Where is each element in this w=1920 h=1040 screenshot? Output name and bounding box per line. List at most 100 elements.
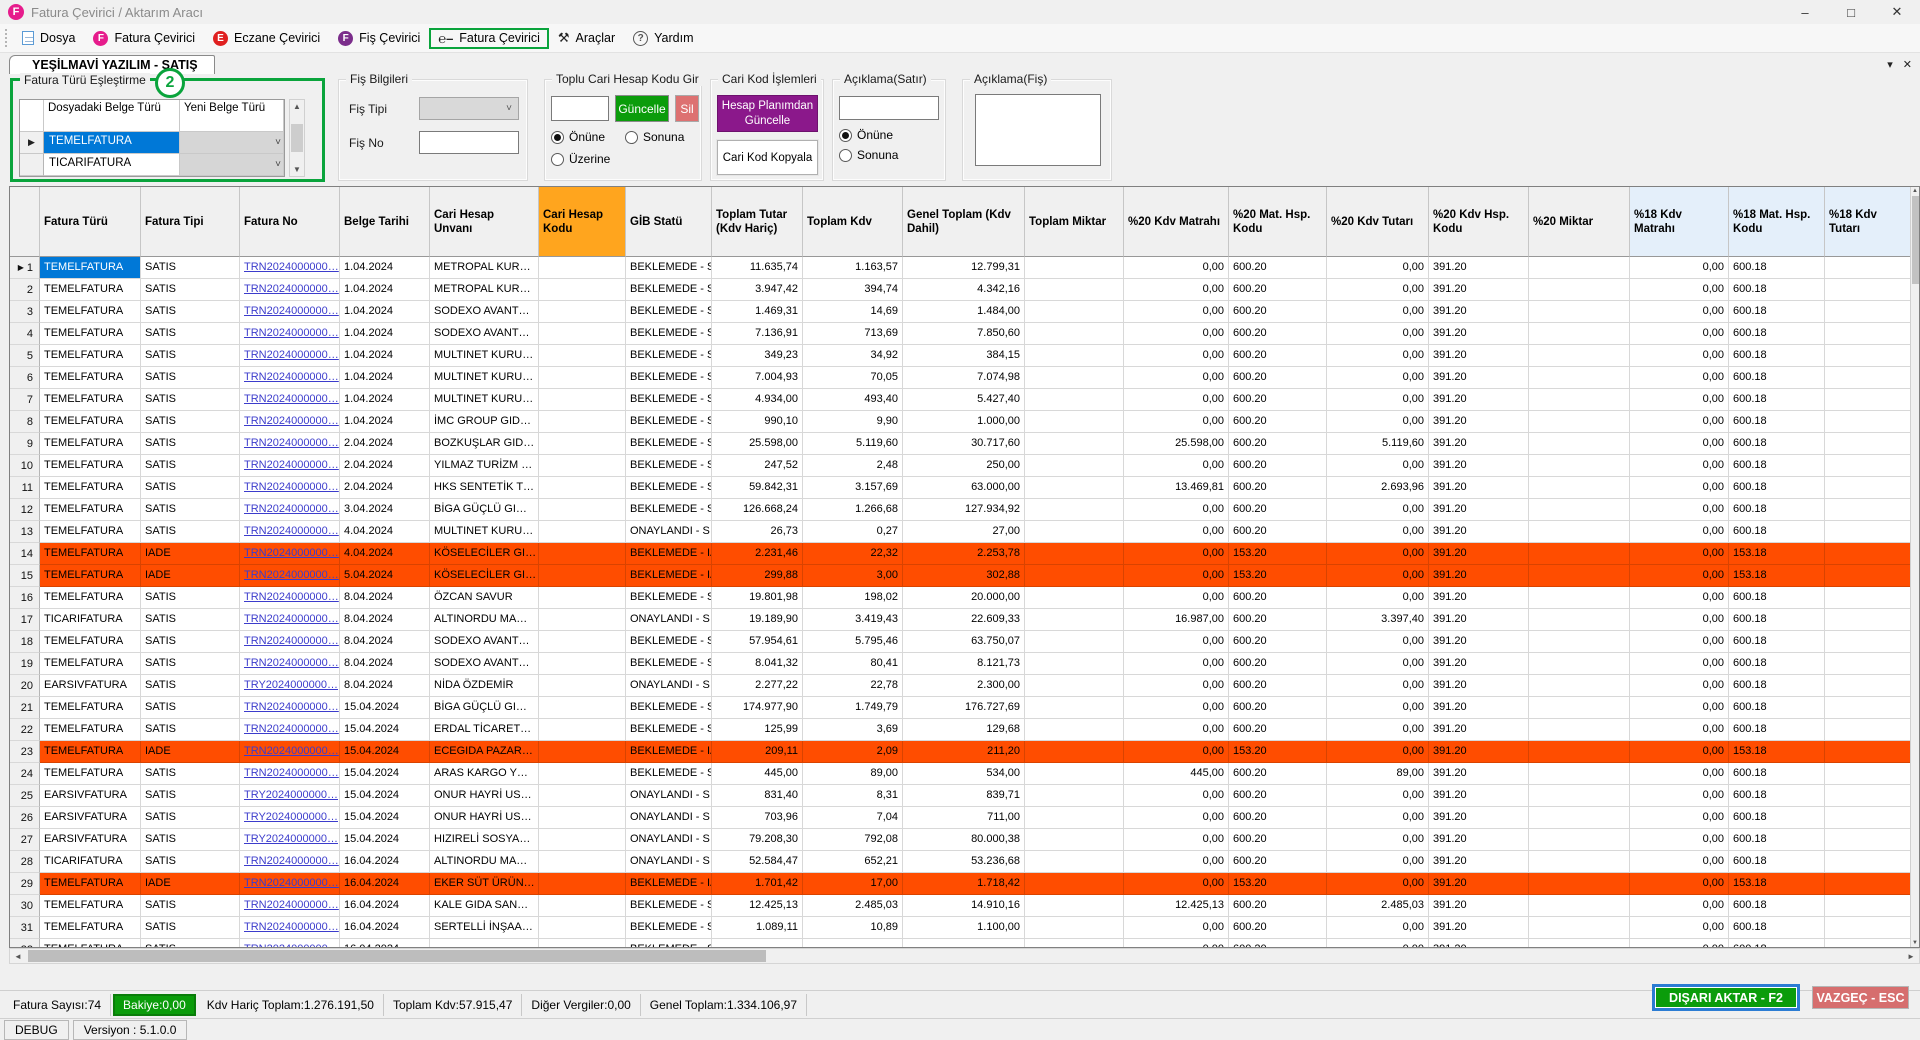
fis-no-input[interactable] (419, 131, 519, 154)
tab-yesilmavi-yazilim-satis[interactable]: YEŞİLMAVİ YAZILIM - SATIŞ (9, 55, 215, 74)
toplu-cari-input[interactable] (551, 96, 609, 121)
col-header-m20[interactable]: %20 Kdv Matrahı (1124, 187, 1229, 257)
col-header-tipi[interactable]: Fatura Tipi (141, 187, 240, 257)
scroll-left-icon[interactable]: ◄ (10, 952, 26, 961)
invoice-no-link[interactable]: TRY2024000000… (244, 811, 338, 823)
invoice-no-link[interactable]: TRN2024000000… (244, 415, 339, 427)
scroll-thumb[interactable] (291, 124, 303, 152)
col-header-m18[interactable]: %18 Kdv Matrahı (1630, 187, 1729, 257)
aciklama-satir-input[interactable] (839, 96, 939, 120)
mapping-doc-type-cell[interactable]: TICARIFATURA (44, 154, 180, 176)
scroll-thumb[interactable] (28, 950, 766, 962)
invoice-no-link[interactable]: TRN2024000000… (244, 305, 339, 317)
invoice-no-link[interactable]: TRY2024000000… (244, 789, 338, 801)
invoice-no-link[interactable]: TRN2024000000… (244, 855, 339, 867)
row-number: 7 (27, 390, 33, 410)
toplu-radio-2[interactable]: Üzerine (551, 152, 625, 166)
guncelle-button[interactable]: Güncelle (615, 95, 669, 122)
sil-button[interactable]: Sil (675, 95, 699, 122)
scroll-thumb[interactable] (1912, 196, 1919, 284)
maximize-button[interactable]: □ (1828, 0, 1874, 24)
invoice-no-link[interactable]: TRN2024000000… (244, 569, 339, 581)
invoice-no-link[interactable]: TRN2024000000… (244, 261, 339, 273)
menu-item-fis-cevirici[interactable]: FFiş Çevirici (329, 28, 429, 49)
col-header-rowselect[interactable] (10, 187, 40, 257)
col-header-miktar[interactable]: Toplam Miktar (1025, 187, 1124, 257)
invoice-no-link[interactable]: TRN2024000000… (244, 525, 339, 537)
col-header-m20k[interactable]: %20 Mat. Hsp. Kodu (1229, 187, 1327, 257)
col-header-gib[interactable]: GİB Statü (626, 187, 712, 257)
mapping-new-type-combo[interactable]: ˅ (180, 132, 284, 154)
col-header-kod[interactable]: Cari Hesap Kodu (539, 187, 626, 257)
menu-item-araclar[interactable]: ⚒Araçlar (549, 27, 624, 49)
col-header-m18k[interactable]: %18 Mat. Hsp. Kodu (1729, 187, 1825, 257)
cari-kod-kopyala-button[interactable]: Cari Kod Kopyala (717, 140, 818, 175)
invoice-no-link[interactable]: TRN2024000000… (244, 459, 339, 471)
invoice-no-link[interactable]: TRN2024000000… (244, 591, 339, 603)
invoice-no-link[interactable]: TRN2024000000… (244, 877, 339, 889)
col-header-k20[interactable]: %20 Kdv Tutarı (1327, 187, 1429, 257)
menu-item-fatura-cevirici[interactable]: FFatura Çevirici (84, 28, 204, 49)
menu-item-yardim[interactable]: ?Yardım (624, 28, 702, 49)
invoice-no-link[interactable]: TRN2024000000… (244, 943, 339, 947)
aciklama-fis-textarea[interactable] (975, 94, 1101, 166)
col-header-tarih[interactable]: Belge Tarihi (340, 187, 430, 257)
scroll-up-icon[interactable]: ▲ (1912, 188, 1918, 194)
invoice-no-link[interactable]: TRN2024000000… (244, 745, 339, 757)
col-header-k18[interactable]: %18 Kdv Tutarı (1825, 187, 1912, 257)
vazgec-button[interactable]: VAZGEÇ - ESC (1812, 986, 1909, 1009)
invoice-no-link[interactable]: TRN2024000000… (244, 481, 339, 493)
tab-list-dropdown-icon[interactable]: ▾ (1887, 58, 1893, 71)
invoice-no-link[interactable]: TRN2024000000… (244, 657, 339, 669)
tab-close-icon[interactable]: ✕ (1903, 58, 1912, 71)
invoice-no-link[interactable]: TRN2024000000… (244, 349, 339, 361)
invoice-no-link[interactable]: TRN2024000000… (244, 283, 339, 295)
invoice-no-link[interactable]: TRN2024000000… (244, 327, 339, 339)
col-header-mik20[interactable]: %20 Miktar (1529, 187, 1630, 257)
mapping-doc-type-cell[interactable]: TEMELFATURA (44, 132, 180, 154)
col-header-genel[interactable]: Genel Toplam (Kdv Dahil) (903, 187, 1025, 257)
horizontal-scrollbar[interactable]: ◄ ► (9, 948, 1920, 964)
invoice-no-link[interactable]: TRN2024000000… (244, 547, 339, 559)
disari-aktar-button[interactable]: DIŞARI AKTAR - F2 (1652, 984, 1800, 1011)
invoice-no-link[interactable]: TRN2024000000… (244, 723, 339, 735)
toplu-radio-1[interactable]: Sonuna (625, 130, 699, 144)
menu-item-eczane-cevirici[interactable]: EEczane Çevirici (204, 28, 329, 49)
col-header-turu[interactable]: Fatura Türü (40, 187, 141, 257)
scroll-up-icon[interactable]: ▲ (293, 102, 301, 111)
col-header-kdv[interactable]: Toplam Kdv (803, 187, 903, 257)
invoice-no-link[interactable]: TRN2024000000… (244, 767, 339, 779)
aciklama-radio-0[interactable]: Önüne (839, 128, 898, 142)
invoice-no-link[interactable]: TRY2024000000… (244, 679, 338, 691)
invoice-no-link[interactable]: TRN2024000000… (244, 503, 339, 515)
mapping-scrollbar[interactable]: ▲ ▼ (289, 99, 305, 177)
invoice-no-link[interactable]: TRN2024000000… (244, 635, 339, 647)
invoice-no-link[interactable]: TRN2024000000… (244, 437, 339, 449)
invoice-no-link[interactable]: TRN2024000000… (244, 613, 339, 625)
mapping-new-type-combo[interactable]: ˅ (180, 154, 284, 176)
col-header-k20k[interactable]: %20 Kdv Hsp. Kodu (1429, 187, 1529, 257)
col-header-tutar[interactable]: Toplam Tutar (Kdv Hariç) (712, 187, 803, 257)
cell-unvan: HKS SENTETİK T… (430, 477, 539, 499)
scroll-right-icon[interactable]: ► (1903, 952, 1919, 961)
scroll-down-icon[interactable]: ▼ (293, 165, 301, 174)
hesap-planimdan-guncelle-button[interactable]: Hesap Planımdan Güncelle (717, 95, 818, 132)
invoice-no-link[interactable]: TRN2024000000… (244, 701, 339, 713)
minimize-button[interactable]: – (1782, 0, 1828, 24)
scroll-down-icon[interactable]: ▼ (1912, 940, 1918, 946)
fis-tipi-combo[interactable]: ˅ (419, 97, 519, 120)
toplu-radio-0[interactable]: Önüne (551, 130, 625, 144)
menu-item-dosya[interactable]: Dosya (13, 28, 84, 48)
toplu-cari-group: Toplu Cari Hesap Kodu Gir Güncelle Sil Ö… (544, 79, 702, 181)
col-header-no[interactable]: Fatura No (240, 187, 340, 257)
vertical-scrollbar[interactable]: ▲ ▼ (1910, 187, 1919, 947)
invoice-no-link[interactable]: TRN2024000000… (244, 371, 339, 383)
aciklama-radio-1[interactable]: Sonuna (839, 148, 898, 162)
invoice-no-link[interactable]: TRY2024000000… (244, 833, 338, 845)
close-button[interactable]: ✕ (1874, 0, 1920, 24)
invoice-no-link[interactable]: TRN2024000000… (244, 393, 339, 405)
col-header-unvan[interactable]: Cari Hesap Unvanı (430, 187, 539, 257)
invoice-no-link[interactable]: TRN2024000000… (244, 921, 339, 933)
menu-item-efatura-cevirici[interactable]: ℮–Fatura Çevirici (429, 28, 549, 49)
invoice-no-link[interactable]: TRN2024000000… (244, 899, 339, 911)
